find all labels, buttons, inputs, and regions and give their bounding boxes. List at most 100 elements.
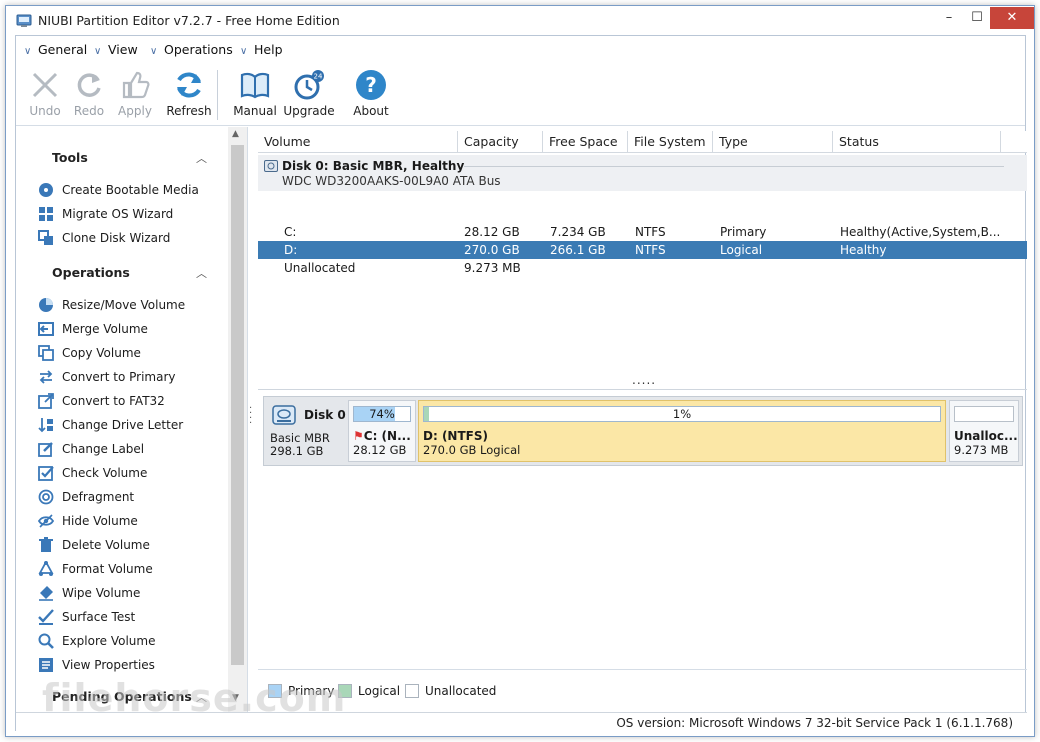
partition-name-text: C: (N... <box>363 429 411 443</box>
pane-splitter-grip[interactable]: · · · · <box>249 404 255 429</box>
label-icon <box>38 442 53 457</box>
chevron-down-icon: ∨ <box>150 46 158 57</box>
menu-operations[interactable]: ∨ Operations <box>150 42 233 57</box>
sidebar-item-label: Resize/Move Volume <box>62 298 186 312</box>
partition-legend: Primary Logical Unallocated <box>258 669 1027 712</box>
legend-label: Unallocated <box>425 684 497 698</box>
col-capacity[interactable]: Capacity <box>458 131 543 153</box>
upgrade-button[interactable]: 24 Upgrade <box>282 68 336 118</box>
disk-group-divider <box>464 166 1004 167</box>
sidebar-item-merge[interactable]: Merge Volume <box>38 319 224 339</box>
minimize-button[interactable]: – <box>934 7 964 29</box>
sidebar-item-surface-test[interactable]: Surface Test <box>38 607 224 627</box>
maximize-button[interactable]: ☐ <box>962 7 992 29</box>
cell-type: Logical <box>720 243 763 257</box>
sidebar-item-change-drive-letter[interactable]: Change Drive Letter <box>38 415 224 435</box>
sidebar-item-label: Format Volume <box>62 562 153 576</box>
sidebar-item-label: Copy Volume <box>62 346 141 360</box>
col-free-space[interactable]: Free Space <box>543 131 628 153</box>
content-pane: Volume Capacity Free Space File System T… <box>258 127 1027 712</box>
partition-block-unallocated[interactable]: Unalloc... 9.273 MB <box>949 400 1019 462</box>
toolbar: Undo Redo Apply Refresh Manual 24 Upgrad… <box>16 62 1025 126</box>
wipe-icon <box>39 586 53 601</box>
disk-name: Disk 0: Basic MBR, Healthy <box>282 159 465 173</box>
sidebar-item-convert-primary[interactable]: Convert to Primary <box>38 367 224 387</box>
scrollbar-thumb[interactable] <box>231 145 244 665</box>
disc-icon <box>39 183 53 197</box>
sidebar-item-label: Merge Volume <box>62 322 148 336</box>
volume-table-header: Volume Capacity Free Space File System T… <box>258 131 1027 153</box>
menu-label: Help <box>254 42 283 57</box>
check-icon <box>38 466 54 481</box>
sidebar-item-hide-volume[interactable]: Hide Volume <box>38 511 224 531</box>
partition-name: ⚑C: (N... <box>353 429 411 443</box>
upgrade-clock-icon: 24 <box>294 70 324 100</box>
sidebar-item-explore-volume[interactable]: Explore Volume <box>38 631 224 651</box>
windows-icon <box>39 207 53 221</box>
menu-general[interactable]: ∨ General <box>24 42 87 57</box>
main-frame: ∨ General ∨ View ∨ Operations ∨ Help Undo Re… <box>15 35 1027 732</box>
sidebar-item-delete-volume[interactable]: Delete Volume <box>38 535 224 555</box>
partition-name: Unalloc... <box>954 429 1018 443</box>
tools-section-title: Tools <box>52 150 88 165</box>
col-volume[interactable]: Volume <box>258 131 458 153</box>
table-row[interactable]: C: 28.12 GB 7.234 GB NTFS Primary Health… <box>258 223 1027 241</box>
sidebar-item-clone-disk[interactable]: Clone Disk Wizard <box>38 228 224 248</box>
sidebar-item-copy[interactable]: Copy Volume <box>38 343 224 363</box>
splitter-dots[interactable]: ..... <box>632 373 656 387</box>
col-status[interactable]: Status <box>833 131 1001 153</box>
cell-volume: C: <box>284 225 297 239</box>
partition-block-d[interactable]: 1% D: (NTFS) 270.0 GB Logical <box>418 400 946 462</box>
sidebar-item-change-label[interactable]: Change Label <box>38 439 224 459</box>
help-circle-icon: ? <box>356 70 386 100</box>
svg-text:24: 24 <box>314 73 323 81</box>
about-label: About <box>353 104 389 118</box>
sidebar-item-wipe-volume[interactable]: Wipe Volume <box>38 583 224 603</box>
disk-group-row[interactable]: Disk 0: Basic MBR, Healthy WDC WD3200AAK… <box>258 155 1027 191</box>
chevron-down-icon: ∨ <box>24 46 32 57</box>
sidebar-item-label: Migrate OS Wizard <box>62 207 174 221</box>
sidebar: Tools ︿ Create Bootable Media Migrate OS… <box>16 127 248 712</box>
disk-map-disk[interactable]: Disk 0 Basic MBR 298.1 GB <box>266 399 346 463</box>
sidebar-item-label: Clone Disk Wizard <box>62 231 171 245</box>
cell-capacity: 9.273 MB <box>464 261 521 275</box>
delete-icon <box>39 537 53 552</box>
sidebar-item-create-bootable-media[interactable]: Create Bootable Media <box>38 180 224 200</box>
sidebar-item-format-volume[interactable]: Format Volume <box>38 559 224 579</box>
sidebar-item-label: Change Label <box>62 442 145 456</box>
sidebar-scrollbar[interactable]: ▲ ▼ <box>228 127 247 712</box>
manual-label: Manual <box>233 104 277 118</box>
svg-text:?: ? <box>365 73 377 97</box>
partition-usage-bar <box>954 406 1014 422</box>
cell-status: Healthy(Active,System,B... <box>840 225 1001 239</box>
collapse-caret-icon[interactable]: ︿ <box>196 150 207 166</box>
col-type[interactable]: Type <box>713 131 833 153</box>
sidebar-item-resize-move[interactable]: Resize/Move Volume <box>38 295 224 315</box>
table-row[interactable]: Unallocated 9.273 MB <box>258 259 1027 277</box>
sidebar-item-label: Surface Test <box>62 610 136 624</box>
sidebar-item-check-volume[interactable]: Check Volume <box>38 463 224 483</box>
menu-help[interactable]: ∨ Help <box>240 42 283 57</box>
window-title: NIUBI Partition Editor v7.2.7 - Free Hom… <box>38 13 340 28</box>
cell-free-space: 266.1 GB <box>550 243 606 257</box>
manual-button[interactable]: Manual <box>228 68 282 118</box>
cell-volume: Unallocated <box>284 261 356 275</box>
partition-block-c[interactable]: 74% ⚑C: (N... 28.12 GB <box>348 400 416 462</box>
sidebar-item-defragment[interactable]: Defragment <box>38 487 224 507</box>
sidebar-item-migrate-os[interactable]: Migrate OS Wizard <box>38 204 224 224</box>
collapse-caret-icon[interactable]: ︿ <box>196 265 207 281</box>
scroll-up-icon[interactable]: ▲ <box>232 129 239 139</box>
cell-file-system: NTFS <box>635 225 666 239</box>
close-button[interactable]: ✕ <box>990 7 1034 29</box>
about-button[interactable]: ? About <box>344 68 398 118</box>
sidebar-item-label: Defragment <box>62 490 135 504</box>
sidebar-item-view-properties[interactable]: View Properties <box>38 655 224 675</box>
sidebar-item-convert-fat32[interactable]: Convert to FAT32 <box>38 391 224 411</box>
menu-view[interactable]: ∨ View <box>94 42 138 57</box>
refresh-button[interactable]: Refresh <box>162 68 216 118</box>
surface-test-icon <box>38 609 54 625</box>
apply-button[interactable]: Apply <box>108 68 162 118</box>
col-file-system[interactable]: File System <box>628 131 713 153</box>
table-row-selected[interactable]: D: 270.0 GB 266.1 GB NTFS Logical Health… <box>258 241 1027 259</box>
menu-label: Operations <box>164 42 233 57</box>
